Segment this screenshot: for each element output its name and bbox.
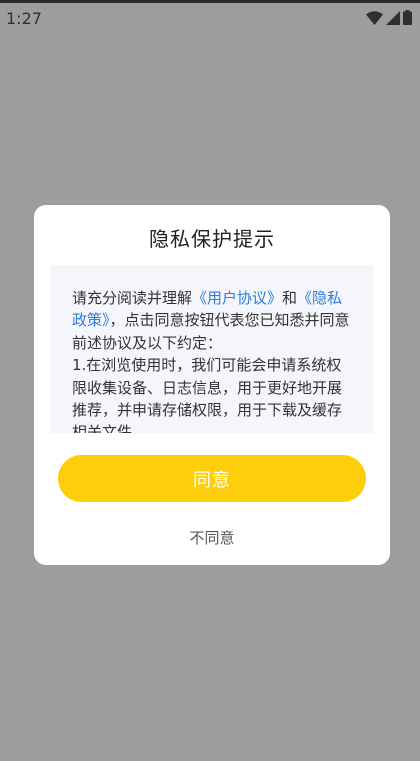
wifi-icon [366, 10, 383, 25]
status-icons [366, 10, 412, 25]
agreement-after-links: ，点击同意按钮代表您已知悉并同意前述协议及以下约定： [72, 311, 350, 352]
cellular-signal-icon [386, 10, 400, 25]
disagree-button[interactable]: 不同意 [34, 527, 390, 548]
agreement-item-1: 1.在浏览使用时，我们可能会申请系统权限收集设备、日志信息，用于更好地开展推荐，… [72, 356, 343, 433]
battery-icon [403, 10, 412, 25]
dialog-title: 隐私保护提示 [149, 227, 275, 251]
status-time: 1:27 [6, 9, 42, 28]
status-bar: 1:27 [0, 3, 420, 33]
agreement-content-scroll[interactable]: 请充分阅读并理解《用户协议》和《隐私政策》，点击同意按钮代表您已知悉并同意前述协… [50, 265, 374, 433]
agreement-text: 请充分阅读并理解《用户协议》和《隐私政策》，点击同意按钮代表您已知悉并同意前述协… [72, 287, 354, 433]
agreement-and: 和 [282, 289, 298, 307]
user-agreement-link[interactable]: 《用户协议》 [192, 289, 282, 307]
privacy-dialog: 隐私保护提示 请充分阅读并理解《用户协议》和《隐私政策》，点击同意按钮代表您已知… [34, 205, 390, 565]
agree-button[interactable]: 同意 [58, 455, 366, 502]
agreement-intro: 请充分阅读并理解 [72, 289, 193, 307]
